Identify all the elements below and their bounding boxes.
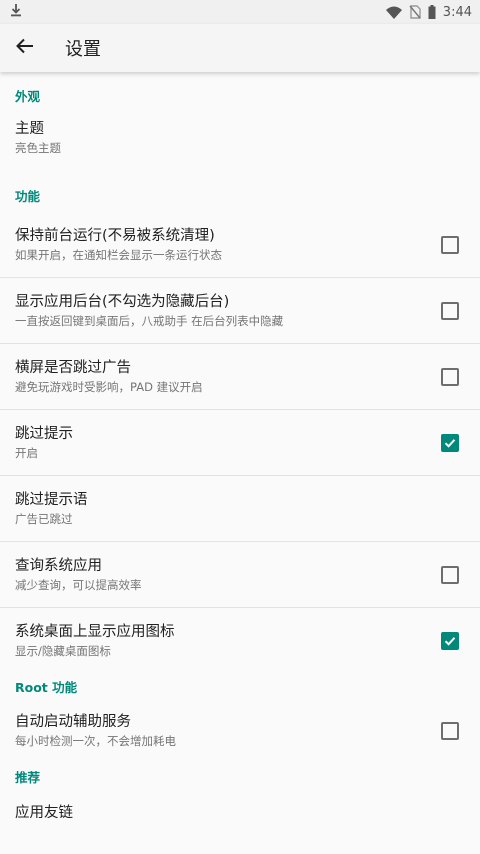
keep-foreground-checkbox[interactable] — [441, 235, 459, 254]
section-header-root: Root 功能 — [15, 679, 78, 695]
clock: 3:44 — [442, 4, 472, 20]
download-icon — [10, 3, 22, 21]
toolbar: 设置 — [0, 24, 480, 72]
setting-summary: 每小时检测一次，不会增加耗电 — [15, 734, 176, 748]
setting-summary: 减少查询，可以提高效率 — [15, 577, 142, 592]
check-icon — [444, 637, 456, 646]
page-title: 设置 — [65, 39, 101, 60]
setting-title: 系统桌面上显示应用图标 — [15, 624, 175, 640]
setting-app-links[interactable]: 应用友链 — [0, 788, 480, 854]
setting-title: 保持前台运行(不易被系统清理) — [15, 227, 215, 244]
back-arrow-icon — [16, 38, 34, 58]
auto-start-accessibility-checkbox[interactable] — [441, 722, 459, 740]
no-sim-icon — [409, 5, 421, 19]
setting-title: 跳过提示语 — [15, 491, 88, 508]
setting-theme[interactable]: 主题 亮色主题 — [0, 118, 480, 178]
setting-title: 应用友链 — [15, 805, 73, 821]
show-desktop-icon-checkbox[interactable] — [441, 632, 459, 650]
setting-summary: 如果开启，在通知栏会显示一条运行状态 — [15, 247, 222, 262]
setting-skip-hint-text[interactable]: 跳过提示语 广告已跳过 — [0, 476, 480, 542]
settings-list: 外观 主题 亮色主题 功能 保持前台运行(不易被系统清理) 如果开启，在通知栏会… — [0, 72, 480, 854]
setting-skip-hint[interactable]: 跳过提示 开启 — [0, 410, 480, 476]
setting-title: 横屏是否跳过广告 — [15, 359, 131, 376]
section-header-features: 功能 — [15, 188, 41, 204]
setting-summary: 避免玩游戏时受影响，PAD 建议开启 — [15, 379, 203, 394]
setting-summary: 亮色主题 — [15, 141, 61, 155]
show-background-checkbox[interactable] — [441, 301, 459, 320]
setting-title: 显示应用后台(不勾选为隐藏后台) — [15, 293, 230, 310]
section-header-appearance: 外观 — [15, 88, 41, 104]
setting-keep-foreground[interactable]: 保持前台运行(不易被系统清理) 如果开启，在通知栏会显示一条运行状态 — [0, 212, 480, 278]
setting-summary: 广告已跳过 — [15, 511, 73, 526]
setting-landscape-skip-ads[interactable]: 横屏是否跳过广告 避免玩游戏时受影响，PAD 建议开启 — [0, 344, 480, 410]
landscape-skip-ads-checkbox[interactable] — [441, 367, 459, 386]
check-icon — [444, 438, 456, 448]
setting-title: 查询系统应用 — [15, 557, 102, 574]
setting-query-system-apps[interactable]: 查询系统应用 减少查询，可以提高效率 — [0, 542, 480, 608]
status-bar: 3:44 — [0, 0, 480, 24]
setting-title: 主题 — [15, 121, 44, 137]
setting-summary: 显示/隐藏桌面图标 — [15, 644, 111, 658]
setting-title: 自动启动辅助服务 — [15, 714, 131, 730]
section-header-recommend: 推荐 — [15, 769, 41, 785]
setting-summary: 开启 — [15, 445, 38, 460]
battery-icon — [428, 5, 436, 19]
setting-auto-start-accessibility[interactable]: 自动启动辅助服务 每小时检测一次，不会增加耗电 — [0, 698, 480, 764]
query-system-apps-checkbox[interactable] — [441, 565, 459, 584]
wifi-icon — [385, 6, 402, 19]
setting-summary: 一直按返回键到桌面后，八戒助手 在后台列表中隐藏 — [15, 313, 284, 328]
setting-title: 跳过提示 — [15, 425, 73, 442]
setting-show-desktop-icon[interactable]: 系统桌面上显示应用图标 显示/隐藏桌面图标 — [0, 608, 480, 674]
skip-hint-checkbox[interactable] — [441, 433, 459, 452]
back-button[interactable] — [1, 24, 49, 72]
setting-show-background[interactable]: 显示应用后台(不勾选为隐藏后台) 一直按返回键到桌面后，八戒助手 在后台列表中隐… — [0, 278, 480, 344]
status-icons: 3:44 — [385, 4, 472, 20]
